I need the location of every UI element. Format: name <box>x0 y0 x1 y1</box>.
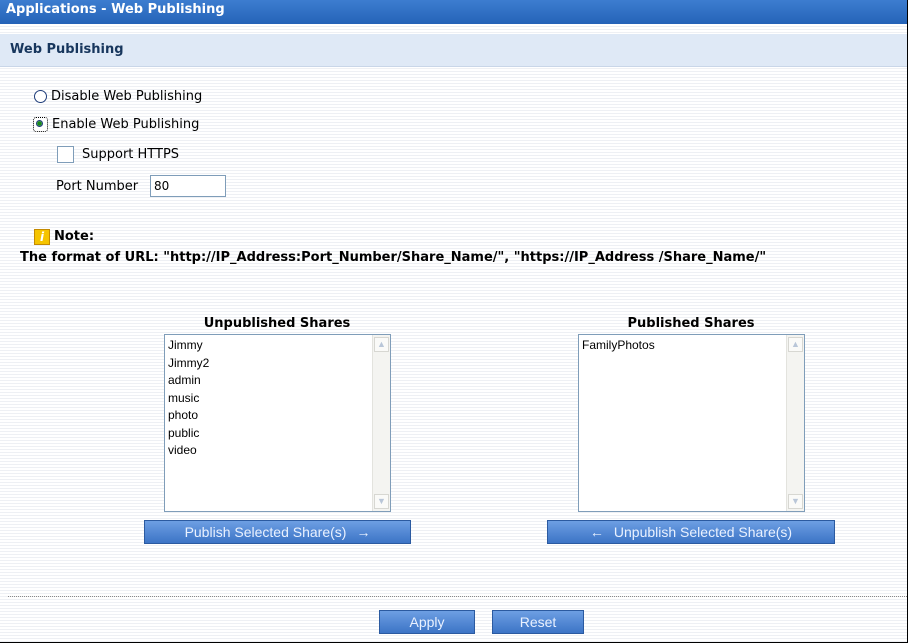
unpublished-scrollbar[interactable]: ▲ ▼ <box>372 335 390 511</box>
share-list-item[interactable]: music <box>168 390 390 408</box>
scroll-up-arrow-icon[interactable]: ▲ <box>374 337 389 352</box>
share-list-item[interactable]: Jimmy2 <box>168 355 390 373</box>
support-https-checkbox[interactable] <box>57 146 74 163</box>
enable-radio[interactable] <box>33 117 48 132</box>
window-title: Applications - Web Publishing <box>6 2 225 17</box>
reset-label: Reset <box>519 614 557 630</box>
share-list-item[interactable]: admin <box>168 372 390 390</box>
unpublished-shares-title: Unpublished Shares <box>203 316 351 331</box>
unpublish-button-label: Unpublish Selected Share(s) <box>613 524 793 540</box>
section-header: Web Publishing <box>0 34 907 67</box>
share-list-item[interactable]: Jimmy <box>168 337 390 355</box>
disable-radio[interactable] <box>34 90 47 103</box>
share-list-item[interactable]: FamilyPhotos <box>582 337 804 355</box>
https-label: Support HTTPS <box>82 147 180 162</box>
disable-label: Disable Web Publishing <box>51 89 203 104</box>
scroll-up-arrow-icon[interactable]: ▲ <box>788 337 803 352</box>
published-shares-title: Published Shares <box>627 316 755 331</box>
web-publishing-panel: Applications - Web Publishing Web Publis… <box>0 0 908 643</box>
apply-label: Apply <box>409 614 445 630</box>
note-text: The format of URL: "http://IP_Address:Po… <box>20 250 767 265</box>
published-shares-list[interactable]: FamilyPhotos ▲ ▼ <box>578 334 805 512</box>
unpublished-shares-list[interactable]: Jimmy Jimmy2 admin music photo public video ▲ … <box>164 334 391 512</box>
note-label: Note: <box>54 229 95 244</box>
reset-button[interactable]: Reset <box>492 610 584 634</box>
section-title: Web Publishing <box>10 42 124 57</box>
port-number-label: Port Number <box>56 179 139 194</box>
window-title-bar: Applications - Web Publishing <box>0 0 907 24</box>
enable-option[interactable]: Enable Web Publishing <box>33 117 199 132</box>
info-note-icon: i <box>34 229 50 245</box>
arrow-right-icon: → <box>356 524 371 540</box>
scroll-down-arrow-icon[interactable]: ▼ <box>788 494 803 509</box>
share-list-item[interactable]: video <box>168 442 390 460</box>
scroll-down-arrow-icon[interactable]: ▼ <box>374 494 389 509</box>
arrow-left-icon: ← <box>589 524 604 540</box>
https-option[interactable]: Support HTTPS <box>57 146 179 163</box>
disable-option[interactable]: Disable Web Publishing <box>34 89 202 104</box>
published-scrollbar[interactable]: ▲ ▼ <box>786 335 804 511</box>
unpublish-selected-button[interactable]: ← Unpublish Selected Share(s) <box>547 520 835 544</box>
publish-selected-button[interactable]: Publish Selected Share(s) → <box>144 520 411 544</box>
footer-divider <box>8 596 907 597</box>
share-list-item[interactable]: photo <box>168 407 390 425</box>
port-number-input[interactable] <box>150 175 226 197</box>
publish-button-label: Publish Selected Share(s) <box>184 524 347 540</box>
share-list-item[interactable]: public <box>168 425 390 443</box>
enable-label: Enable Web Publishing <box>52 117 200 132</box>
apply-button[interactable]: Apply <box>379 610 475 634</box>
